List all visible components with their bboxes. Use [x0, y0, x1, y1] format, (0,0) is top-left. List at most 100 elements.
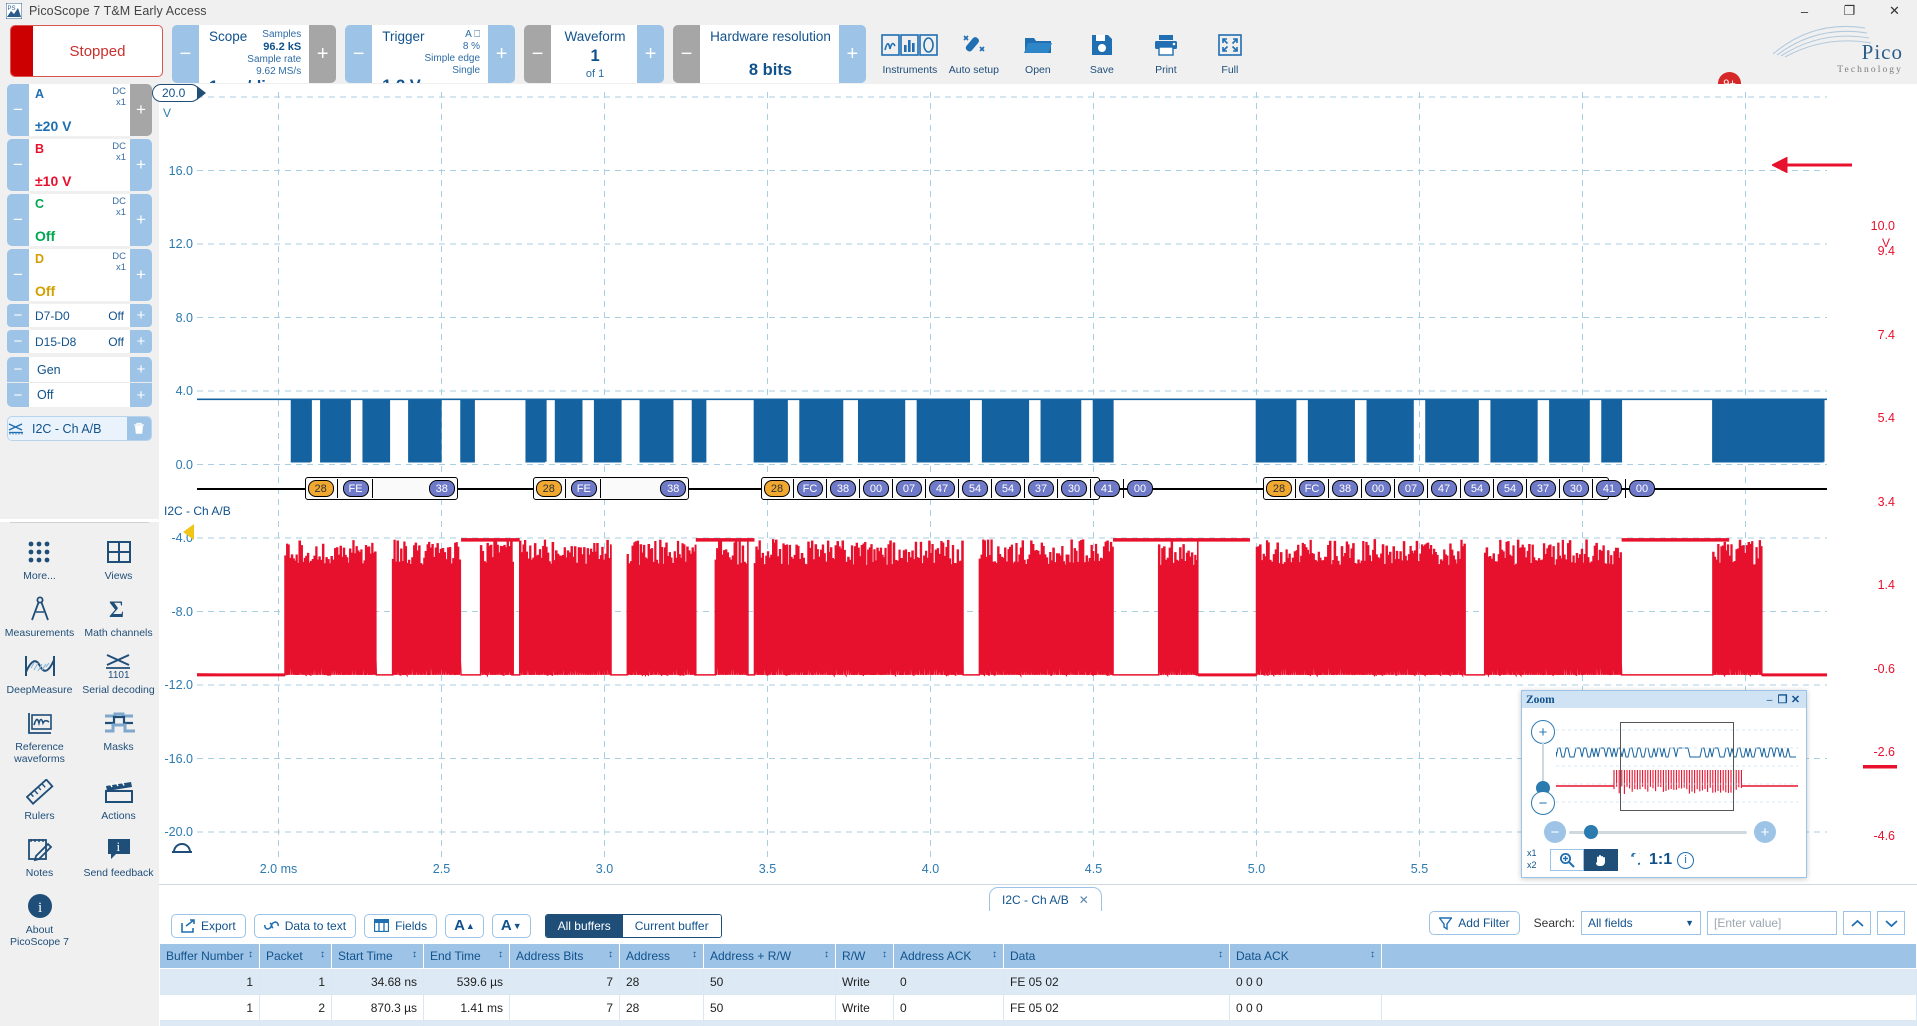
channel-a-decrease-button[interactable]: −	[7, 84, 29, 136]
channel-b-decrease-button[interactable]: −	[7, 139, 29, 191]
scale-badge[interactable]: 20.0	[152, 84, 207, 102]
channel-c-increase-button[interactable]: +	[130, 194, 152, 246]
channel-a-body[interactable]: A DC x1 ±20 V	[29, 84, 130, 136]
print-button[interactable]: Print	[1134, 25, 1198, 76]
search-input[interactable]: [Enter value]	[1707, 911, 1837, 935]
generator-row-title[interactable]: − Gen +	[7, 357, 152, 382]
packet-data-cell[interactable]: 00	[1629, 480, 1656, 497]
rail-item-math-channels[interactable]: Σ Math channels	[79, 588, 158, 645]
table-header-address-bits[interactable]: Address Bits ↕	[509, 943, 620, 969]
open-button[interactable]: Open	[1006, 25, 1070, 76]
sort-arrows-icon[interactable]: ↕	[608, 949, 613, 960]
channel-b-increase-button[interactable]: +	[130, 139, 152, 191]
zoom-overview-preview[interactable]	[1556, 718, 1798, 815]
digital-port-row-d7-d0[interactable]: − D7-D0 Off +	[7, 304, 152, 327]
search-next-button[interactable]	[1877, 911, 1905, 935]
channel-c-decrease-button[interactable]: −	[7, 194, 29, 246]
serial-decoder-chip[interactable]: I2C - Ch A/B	[7, 416, 152, 441]
minimize-button[interactable]: –	[1782, 0, 1827, 22]
sort-arrows-icon[interactable]: ↕	[824, 949, 829, 960]
rail-item-actions[interactable]: Actions	[79, 771, 158, 828]
channel-b-body[interactable]: B DC x1 ±10 V	[29, 139, 130, 191]
table-header-address-r-w[interactable]: Address + R/W ↕	[703, 943, 836, 969]
trigger-decrease-button[interactable]: −	[345, 25, 373, 83]
packet-data-cell[interactable]: 54	[994, 480, 1021, 497]
sort-arrows-icon[interactable]: ↕	[498, 949, 503, 960]
zoom-selection-rect[interactable]	[1620, 722, 1734, 811]
channel-d-decrease-button[interactable]: −	[7, 249, 29, 301]
packet-data-cell[interactable]: 38	[1332, 480, 1359, 497]
timebase-handle-icon[interactable]	[170, 838, 194, 856]
waveform-increase-button[interactable]: +	[637, 25, 665, 83]
packet-data-cell[interactable]: 30	[1060, 480, 1087, 497]
d15-d8-body[interactable]: D15-D8 Off	[29, 330, 130, 353]
packet-data-cell[interactable]: 54	[1497, 480, 1524, 497]
generator-state-increase-button[interactable]: +	[130, 383, 152, 407]
generator-row-state[interactable]: − Off +	[7, 382, 152, 407]
packet-address-cell[interactable]: 28	[763, 480, 790, 497]
decode-packet[interactable]: 28 FC 38 00 07 47 54 54 37 30 41 00	[760, 477, 1153, 500]
rail-item-send-feedback[interactable]: i Send feedback	[79, 828, 158, 885]
rail-item-more[interactable]: More...	[0, 531, 79, 588]
scope-control-body[interactable]: Scope Samples 96.2 kS Sample rate 9.62 M…	[199, 25, 310, 83]
packet-data-cell[interactable]: 00	[862, 480, 889, 497]
font-decrease-button[interactable]: A ▼	[491, 913, 531, 938]
d15-d8-decrease-button[interactable]: −	[7, 330, 29, 353]
generator-state-body[interactable]: Off	[29, 383, 130, 407]
search-previous-button[interactable]	[1843, 911, 1871, 935]
rail-item-rulers[interactable]: Rulers	[0, 771, 79, 828]
export-button[interactable]: Export	[171, 913, 246, 938]
rail-item-reference-waveforms[interactable]: Reference waveforms	[0, 702, 79, 771]
packet-address-cell[interactable]: 28	[1266, 480, 1293, 497]
packet-data-cell[interactable]: FE	[570, 480, 597, 497]
channel-row-c[interactable]: − C DC x1 Off +	[7, 194, 152, 246]
add-filter-button[interactable]: Add Filter	[1429, 911, 1520, 935]
table-row[interactable]: 1 1 34.68 ns 539.6 µs 7 28 50 Write 0 FE 05 02 0 0…	[159, 968, 1917, 995]
generator-label-body[interactable]: Gen	[29, 357, 130, 382]
d7-d0-decrease-button[interactable]: −	[7, 304, 29, 327]
sort-arrows-icon[interactable]: ↕	[882, 949, 887, 960]
run-stop-button[interactable]: Stopped	[10, 25, 163, 77]
instruments-button[interactable]: Instruments	[878, 25, 942, 76]
sort-arrows-icon[interactable]: ↕	[1218, 949, 1223, 960]
rail-item-about[interactable]: i About PicoScope 7	[0, 885, 79, 954]
waveform-control-body[interactable]: Waveform 1 of 1	[551, 25, 638, 83]
table-header-blank[interactable]	[1381, 943, 1917, 969]
scope-increase-button[interactable]: +	[309, 25, 337, 83]
zoom-panel-minimize-button[interactable]: –	[1763, 694, 1776, 706]
packet-data-cell[interactable]: 38	[428, 480, 455, 497]
decode-tab-close-icon[interactable]: ✕	[1079, 893, 1089, 907]
packet-data-cell[interactable]: 54	[961, 480, 988, 497]
full-screen-button[interactable]: Full	[1198, 25, 1262, 76]
sort-arrows-icon[interactable]: ↕	[412, 949, 417, 960]
sort-arrows-icon[interactable]: ↕	[248, 949, 253, 960]
digital-port-row-d15-d8[interactable]: − D15-D8 Off +	[7, 330, 152, 353]
fields-button[interactable]: Fields	[364, 913, 438, 938]
packet-data-cell[interactable]: 07	[895, 480, 922, 497]
packet-data-cell[interactable]: 54	[1464, 480, 1491, 497]
trigger-control-body[interactable]: Trigger A ⎕ 8 % Simple edge Single 1.2 V	[372, 25, 489, 83]
table-header-address[interactable]: Address ↕	[619, 943, 704, 969]
rail-item-notes[interactable]: Notes	[0, 828, 79, 885]
resolution-increase-button[interactable]: +	[838, 25, 866, 83]
sort-arrows-icon[interactable]: ↕	[692, 949, 697, 960]
d7-d0-increase-button[interactable]: +	[130, 304, 152, 327]
serial-decode-track[interactable]: 28 FE 38 28 FE 38 28 FC 38 00 07 47 54 54 37 30 41 00 28 FC…	[197, 477, 1827, 500]
generator-increase-button[interactable]: +	[130, 357, 152, 382]
channel-d-body[interactable]: D DC x1 Off	[29, 249, 130, 301]
d7-d0-body[interactable]: D7-D0 Off	[29, 304, 130, 327]
trigger-increase-button[interactable]: +	[488, 25, 516, 83]
data-to-text-button[interactable]: Data to text	[253, 913, 357, 938]
table-header-start-time[interactable]: Start Time ↕	[331, 943, 424, 969]
zoom-overview-panel[interactable]: Zoom – ❐ ✕ + − − + x1 x2 1:1 i	[1521, 690, 1807, 878]
packet-data-cell[interactable]: 47	[1431, 480, 1458, 497]
decode-packet[interactable]: 28 FE 38	[304, 477, 458, 500]
waveform-decrease-button[interactable]: −	[524, 25, 552, 83]
channel-c-body[interactable]: C DC x1 Off	[29, 194, 130, 246]
rail-item-masks[interactable]: Masks	[79, 702, 158, 771]
packet-data-cell[interactable]: 47	[928, 480, 955, 497]
packet-data-cell[interactable]: FE	[342, 480, 369, 497]
magnifier-icon[interactable]	[1550, 849, 1584, 871]
table-header-r-w[interactable]: R/W ↕	[835, 943, 894, 969]
generator-decrease-button[interactable]: −	[7, 357, 29, 382]
